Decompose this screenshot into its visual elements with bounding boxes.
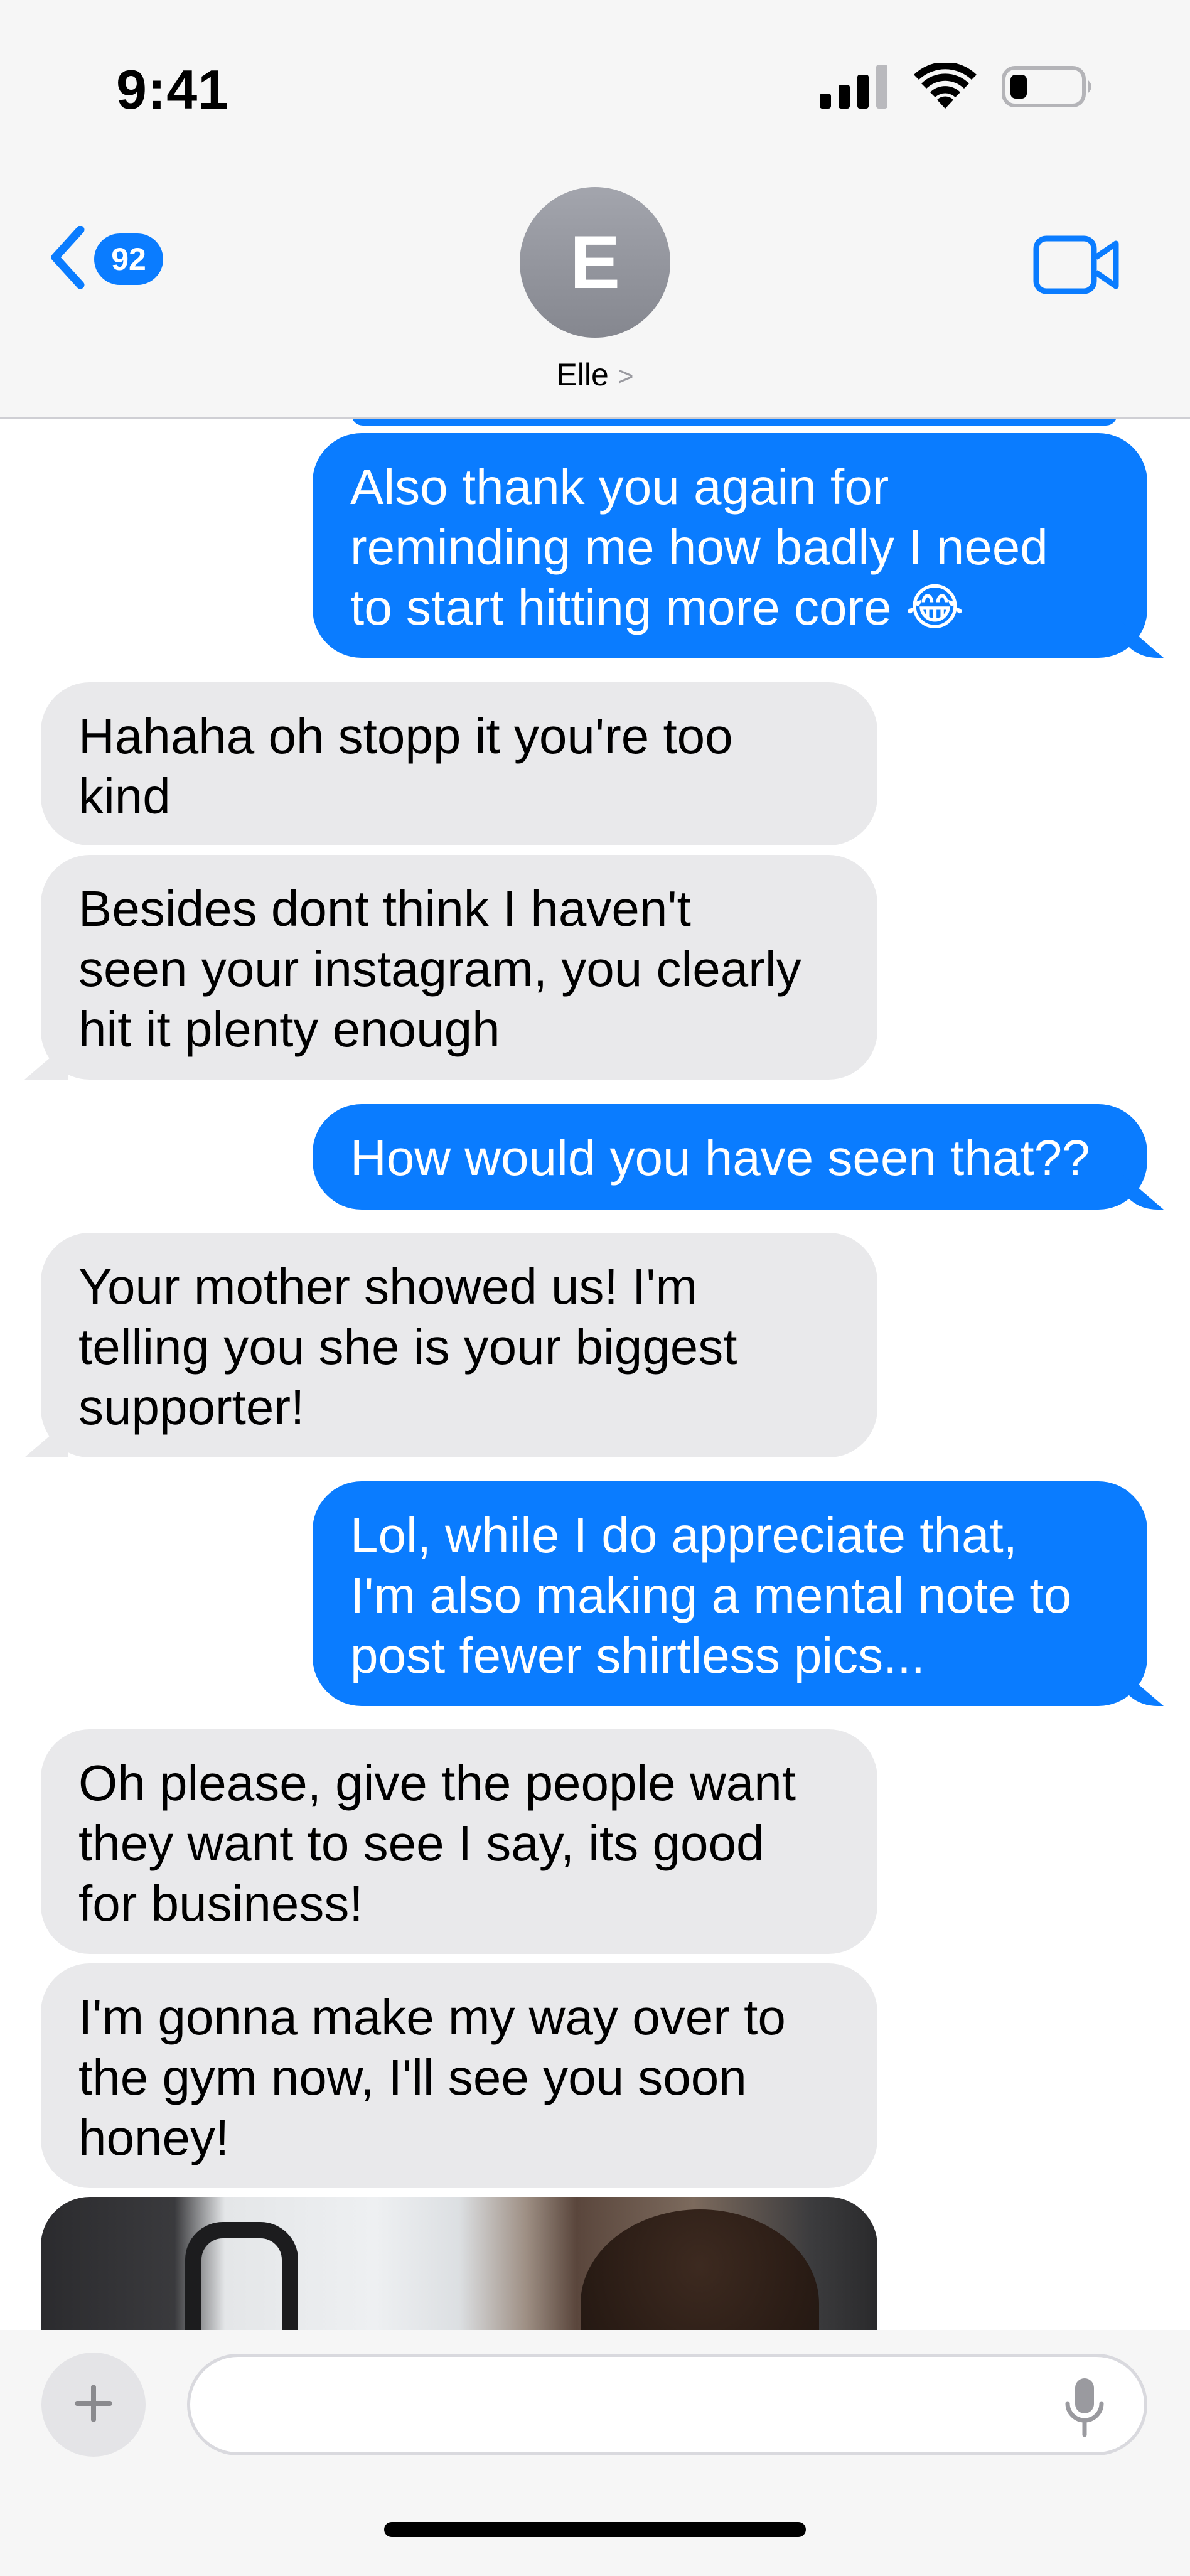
video-camera-icon [1033,235,1121,299]
photo-detail [581,2209,819,2332]
message-bubble-incoming[interactable]: Oh please, give the people want they wan… [41,1729,877,1954]
photo-detail [185,2222,298,2332]
back-button[interactable]: 92 [49,225,163,292]
contact-name-button[interactable]: Elle > [0,357,1190,393]
microphone-icon[interactable] [1063,2376,1107,2442]
plus-icon [73,2383,114,2427]
message-bubble-incoming[interactable]: Hahaha oh stopp it you're too kind [41,682,877,845]
message-bubble-incoming[interactable]: I'm gonna make my way over to the gym no… [41,1963,877,2188]
message-bubble-incoming[interactable]: Besides dont think I haven't seen your i… [41,855,877,1080]
message-bubble-outgoing[interactable]: Also thank you again for reminding me ho… [313,433,1147,658]
status-icons [820,62,1096,113]
message-list[interactable]: Also thank you again for reminding me ho… [0,414,1190,2332]
battery-icon [1002,65,1096,112]
video-call-button[interactable] [1033,233,1121,299]
chevron-left-icon [49,225,87,292]
message-bubble-incoming[interactable]: Your mother showed us! I'm telling you s… [41,1233,877,1457]
home-indicator [384,2522,806,2537]
unread-count-badge: 92 [94,233,163,285]
message-bubble-outgoing[interactable]: Lol, while I do appreciate that, I'm als… [313,1481,1147,1706]
cellular-signal-icon [820,64,889,112]
photo-attachment[interactable] [41,2197,877,2332]
messages-screen: 9:41 92 E Elle > Also thank you again fo… [0,0,1190,2576]
message-input-field[interactable] [187,2354,1147,2455]
conversation-header: 9:41 92 E Elle > [0,0,1190,419]
message-input[interactable] [215,2357,1031,2452]
message-bubble-outgoing[interactable]: How would you have seen that?? [313,1104,1147,1210]
add-attachment-button[interactable] [41,2353,146,2457]
contact-name: Elle [556,357,609,392]
composer-bar [0,2330,1190,2576]
contact-avatar[interactable]: E [520,187,670,338]
chevron-right-icon: > [617,361,634,392]
status-time: 9:41 [116,58,230,121]
wifi-icon [914,62,977,113]
